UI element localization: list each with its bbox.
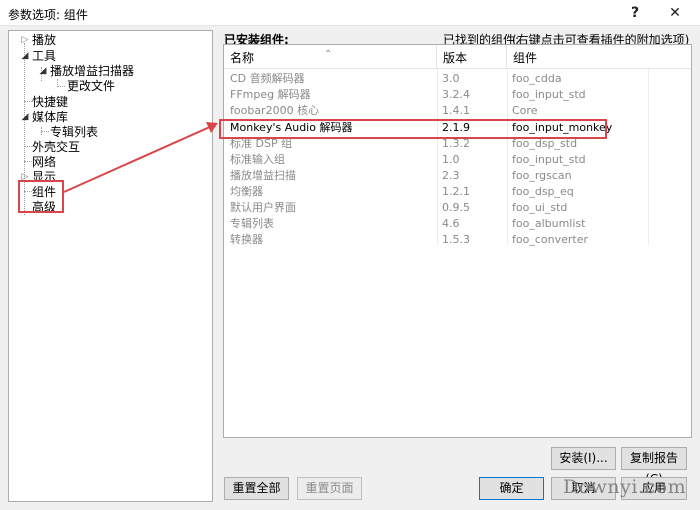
- tree-connector: [57, 86, 65, 87]
- tree-item-label: 工具: [32, 49, 57, 63]
- help-button[interactable]: ?: [622, 2, 648, 24]
- sort-up-icon: ⌃: [324, 49, 333, 60]
- cell-name: 默认用户界面: [230, 201, 296, 214]
- reset-page-button: 重置页面: [297, 477, 362, 500]
- chevron-down-icon[interactable]: ◢: [38, 64, 48, 79]
- install-button[interactable]: 安装(I)...: [551, 447, 616, 470]
- cell-version: 0.9.5: [442, 201, 470, 214]
- cell-component: foo_input_std: [512, 153, 586, 166]
- tree-item-label: 更改文件: [67, 79, 116, 93]
- watermark: Downyi.com: [563, 476, 687, 498]
- cell-version: 3.2.4: [442, 88, 470, 101]
- table-row[interactable]: FFmpeg 解码器 3.2.4 foo_input_std: [224, 87, 691, 103]
- table-row[interactable]: CD 音频解码器 3.0 foo_cdda: [224, 71, 691, 87]
- preferences-tree[interactable]: ▷ 播放 ◢ 工具 ◢ 播放增益扫描器 更改文件 快捷键 ◢ 媒体库 专辑列表 …: [8, 30, 213, 502]
- table-row[interactable]: foobar2000 核心 1.4.1 Core: [224, 103, 691, 119]
- cell-component: foo_rgscan: [512, 169, 572, 182]
- ok-button[interactable]: 确定: [479, 477, 544, 500]
- table-row[interactable]: 转换器 1.5.3 foo_converter: [224, 232, 691, 248]
- cell-component: foo_albumlist: [512, 217, 586, 230]
- cell-name: FFmpeg 解码器: [230, 88, 311, 101]
- cell-name: 均衡器: [230, 185, 263, 198]
- tree-item-label: 播放: [32, 33, 57, 47]
- tree-connector: [24, 161, 32, 162]
- cell-name: 标准输入组: [230, 153, 285, 166]
- cell-name: foobar2000 核心: [230, 104, 320, 117]
- column-header-component[interactable]: 组件: [507, 45, 693, 69]
- chevron-down-icon[interactable]: ◢: [20, 49, 30, 64]
- cell-component: foo_cdda: [512, 72, 562, 85]
- list-header: ⌃ 名称 版本 组件: [224, 45, 691, 69]
- cell-component: foo_ui_std: [512, 201, 568, 214]
- cell-version: 1.2.1: [442, 185, 470, 198]
- copy-report-button[interactable]: 复制报告(C): [621, 447, 687, 486]
- title-bar: 参数选项: 组件 ? ✕: [0, 0, 700, 26]
- tree-item-label: 播放增益扫描器: [50, 64, 135, 78]
- cell-name: 专辑列表: [230, 217, 274, 230]
- window-title: 参数选项: 组件: [8, 8, 88, 22]
- tree-item-network[interactable]: 网络: [32, 155, 56, 170]
- chevron-down-icon[interactable]: ◢: [20, 110, 30, 125]
- cell-version: 1.4.1: [442, 104, 470, 117]
- cell-name: 播放增益扫描: [230, 169, 296, 182]
- cell-name: 转换器: [230, 233, 263, 246]
- cell-version: 4.6: [442, 217, 460, 230]
- table-row[interactable]: 播放增益扫描 2.3 foo_rgscan: [224, 168, 691, 184]
- column-header-name[interactable]: ⌃ 名称: [224, 45, 437, 69]
- column-header-label: 名称: [230, 51, 255, 65]
- tree-connector: [41, 131, 49, 132]
- cell-component: Core: [512, 104, 538, 117]
- tree-item-label: 快捷键: [32, 95, 69, 109]
- cell-component: foo_input_std: [512, 88, 586, 101]
- cell-version: 1.5.3: [442, 233, 470, 246]
- reset-all-button[interactable]: 重置全部: [224, 477, 289, 500]
- row-highlight-box: [219, 119, 607, 139]
- tree-item-shortcuts[interactable]: 快捷键: [32, 95, 68, 110]
- column-header-label: 组件: [513, 51, 538, 65]
- cell-component: foo_dsp_eq: [512, 185, 574, 198]
- cell-version: 1.0: [442, 153, 460, 166]
- chevron-right-icon[interactable]: ▷: [20, 33, 30, 48]
- cell-name: CD 音频解码器: [230, 72, 305, 85]
- tree-connector: [24, 101, 32, 102]
- tree-item-label: 网络: [32, 155, 57, 169]
- tree-connector: [24, 146, 32, 147]
- selection-highlight-box: [18, 180, 64, 213]
- tree-item-change-files[interactable]: 更改文件: [67, 79, 115, 94]
- table-row[interactable]: 专辑列表 4.6 foo_albumlist: [224, 216, 691, 232]
- table-row[interactable]: 默认用户界面 0.9.5 foo_ui_std: [224, 200, 691, 216]
- table-row[interactable]: 标准输入组 1.0 foo_input_std: [224, 152, 691, 168]
- close-button[interactable]: ✕: [662, 2, 688, 24]
- cell-component: foo_converter: [512, 233, 588, 246]
- components-list[interactable]: ⌃ 名称 版本 组件 CD 音频解码器 3.0 foo_cdda FFmpeg …: [223, 44, 692, 438]
- tree-item-playback[interactable]: ▷ 播放: [22, 33, 57, 48]
- table-row[interactable]: 均衡器 1.2.1 foo_dsp_eq: [224, 184, 691, 200]
- tree-item-tools[interactable]: ◢ 工具: [22, 49, 57, 64]
- cell-version: 3.0: [442, 72, 460, 85]
- column-header-version[interactable]: 版本: [437, 45, 507, 69]
- column-header-label: 版本: [443, 51, 468, 65]
- tree-item-replaygain[interactable]: ◢ 播放增益扫描器: [40, 64, 135, 79]
- cell-version: 2.3: [442, 169, 460, 182]
- annotation-arrow-icon: [63, 122, 218, 193]
